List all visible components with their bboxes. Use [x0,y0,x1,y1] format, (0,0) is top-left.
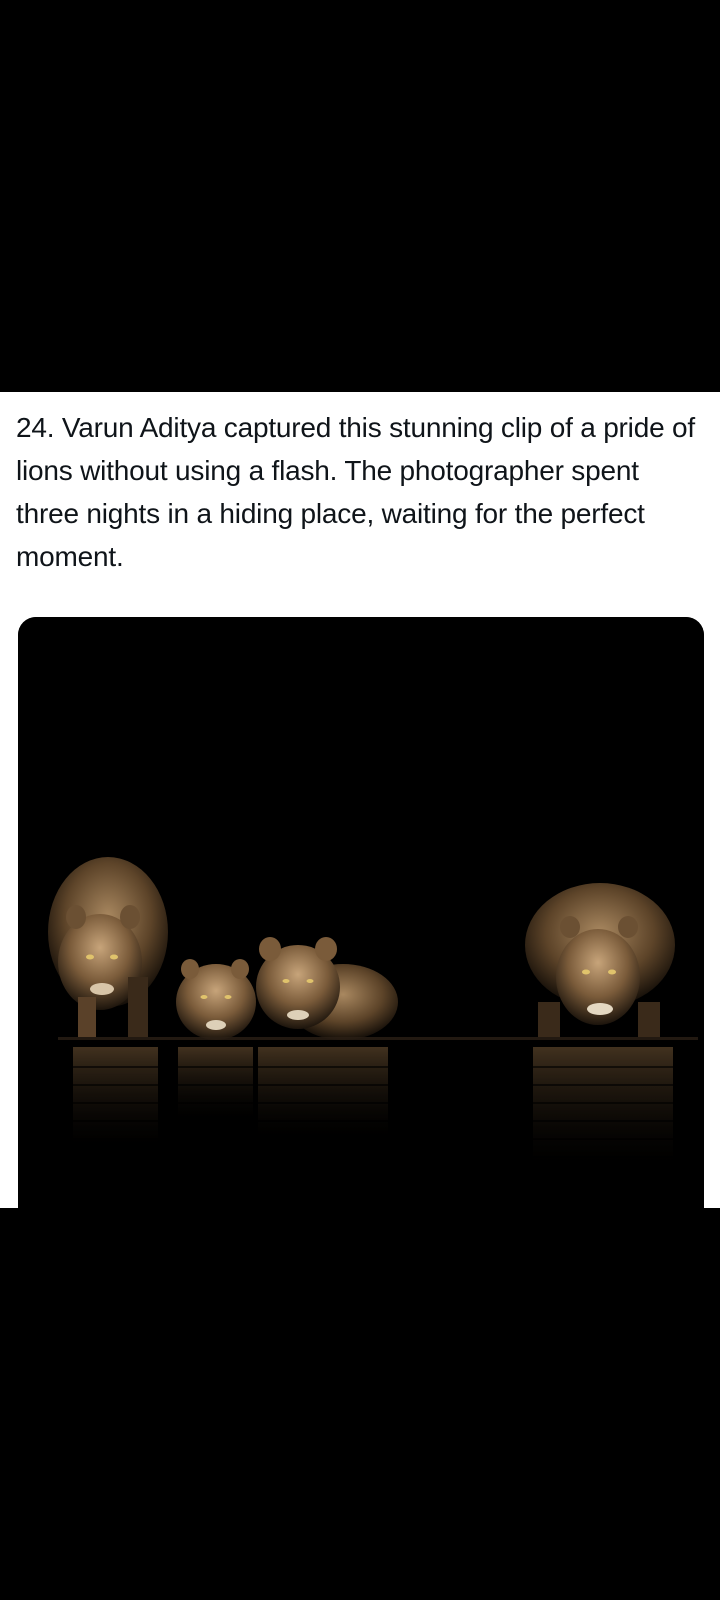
top-letterbox [0,0,720,392]
lioness-right [525,883,675,1037]
lions-drinking-image [18,617,704,1208]
water-reflection [58,1047,698,1177]
bottom-letterbox [0,1208,720,1600]
post-card[interactable]: 24. Varun Aditya captured this stunning … [0,392,720,1208]
post-caption: 24. Varun Aditya captured this stunning … [16,412,695,572]
lion-cub-1 [176,959,256,1040]
post-video[interactable] [18,617,704,1208]
